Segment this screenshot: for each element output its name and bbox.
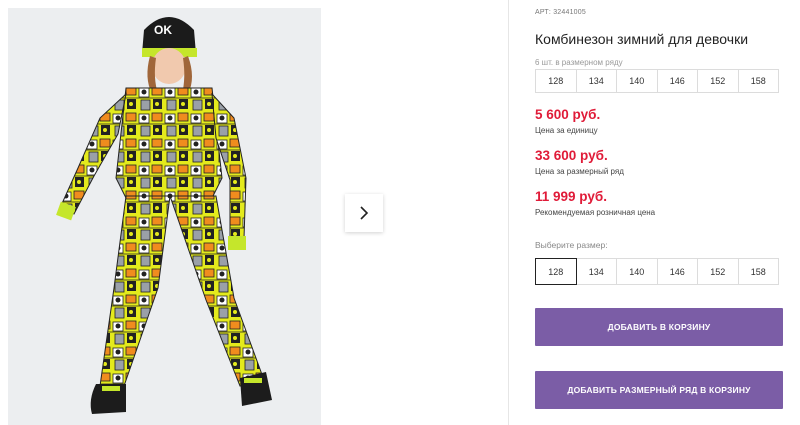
size-option-128[interactable]: 128 [535, 258, 577, 285]
add-to-cart-button[interactable]: ДОБАВИТЬ В КОРЗИНУ [535, 308, 783, 346]
panel-divider [508, 0, 509, 425]
sku-value: 32441005 [553, 9, 586, 16]
next-image-button[interactable] [345, 194, 383, 232]
unit-price-note: Цена за единицу [535, 126, 598, 135]
pack-price-note: Цена за размерный ряд [535, 167, 624, 176]
pack-size-cell: 152 [697, 69, 739, 93]
unit-price: 5 600 руб. [535, 107, 601, 122]
product-image[interactable]: OK [8, 8, 321, 425]
retail-price-note: Рекомендуемая розничная цена [535, 208, 656, 217]
chevron-right-icon [360, 206, 369, 220]
add-pack-to-cart-button[interactable]: ДОБАВИТЬ РАЗМЕРНЫЙ РЯД В КОРЗИНУ [535, 371, 783, 409]
size-picker-label: Выберите размер: [535, 240, 608, 250]
product-title: Комбинезон зимний для девочки [535, 31, 749, 47]
size-option-158[interactable]: 158 [737, 258, 779, 285]
pack-size-cell: 158 [737, 69, 779, 93]
sku-prefix: АРТ: [535, 9, 552, 16]
product-photo-illustration: OK [56, 17, 272, 414]
pack-size-cell: 128 [535, 69, 577, 93]
retail-price: 11 999 руб. [535, 189, 607, 204]
svg-text:OK: OK [154, 23, 172, 37]
pack-size-cell: 134 [575, 69, 617, 93]
pack-price: 33 600 руб. [535, 148, 608, 163]
product-page: OK АРТ: 32441005 Комбинезон зимний для д… [0, 0, 800, 425]
pack-size-row: 128 134 140 146 152 158 [535, 69, 779, 93]
size-option-146[interactable]: 146 [656, 258, 698, 285]
size-option-140[interactable]: 140 [616, 258, 658, 285]
pack-label: 6 шт. в размерном ряду [535, 58, 623, 67]
size-option-134[interactable]: 134 [575, 258, 617, 285]
pack-size-cell: 146 [656, 69, 698, 93]
size-picker: 128 134 140 146 152 158 [535, 258, 779, 285]
product-sku: АРТ: 32441005 [535, 9, 586, 16]
pack-sizes: 6 шт. в размерном ряду 128 134 140 146 1… [535, 58, 784, 98]
size-option-152[interactable]: 152 [697, 258, 739, 285]
pack-size-cell: 140 [616, 69, 658, 93]
